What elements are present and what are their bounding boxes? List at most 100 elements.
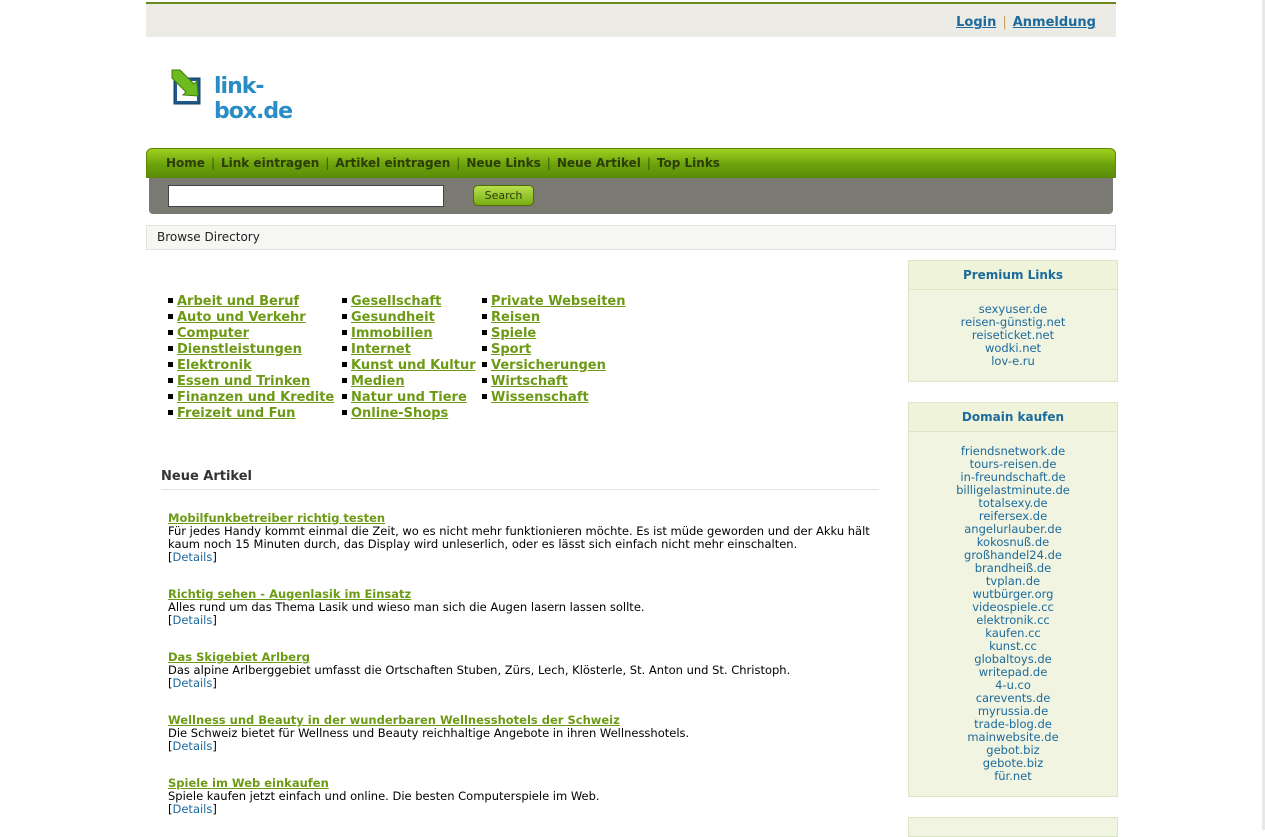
search-input[interactable] xyxy=(168,185,444,207)
section-heading-new-articles: Neue Artikel xyxy=(161,469,879,490)
details-link[interactable]: Details xyxy=(173,676,213,690)
details-link[interactable]: Details xyxy=(173,550,213,564)
category-link[interactable]: Reisen xyxy=(491,310,540,325)
category-item: Kunst und Kultur xyxy=(342,358,476,374)
sidebar-link[interactable]: reifersex.de xyxy=(979,509,1047,523)
article-details: [Details] xyxy=(168,740,873,753)
article-details: [Details] xyxy=(168,614,873,627)
category-link[interactable]: Online-Shops xyxy=(351,406,448,421)
sidebar-link[interactable]: myrussia.de xyxy=(978,704,1048,718)
sidebar-link[interactable]: reiseticket.net xyxy=(972,328,1054,342)
sidebar-link[interactable]: wutbürger.org xyxy=(973,587,1054,601)
sidebar-link[interactable]: trade-blog.de xyxy=(974,717,1052,731)
category-link[interactable]: Spiele xyxy=(491,326,536,341)
category-link[interactable]: Private Webseiten xyxy=(491,294,626,309)
bullet-icon xyxy=(168,362,173,367)
nav-link[interactable]: Neue Artikel xyxy=(551,156,647,170)
category-link[interactable]: Finanzen und Kredite xyxy=(177,390,334,405)
category-link[interactable]: Wissenschaft xyxy=(491,390,589,405)
article-title-link[interactable]: Mobilfunkbetreiber richtig testen xyxy=(168,511,385,525)
category-link[interactable]: Sport xyxy=(491,342,531,357)
category-item: Auto und Verkehr xyxy=(168,310,334,326)
sidebar-link[interactable]: brandheiß.de xyxy=(975,561,1052,575)
site-logo[interactable]: link-box.de xyxy=(170,68,320,124)
sidebar-link[interactable]: friendsnetwork.de xyxy=(961,444,1065,458)
bullet-icon xyxy=(168,330,173,335)
category-link[interactable]: Auto und Verkehr xyxy=(177,310,306,325)
article-title-link[interactable]: Das Skigebiet Arlberg xyxy=(168,650,310,664)
nav-link[interactable]: Link eintragen xyxy=(215,156,325,170)
sidebar-link[interactable]: in-freundschaft.de xyxy=(960,470,1065,484)
article-item: Wellness und Beauty in der wunderbaren W… xyxy=(168,714,873,753)
category-item: Internet xyxy=(342,342,476,358)
sidebar-link-item: lov-e.ru xyxy=(909,355,1117,368)
premium-links-heading: Premium Links xyxy=(909,261,1117,290)
details-link[interactable]: Details xyxy=(173,613,213,627)
category-link[interactable]: Gesundheit xyxy=(351,310,435,325)
category-link[interactable]: Elektronik xyxy=(177,358,252,373)
nav-link[interactable]: Neue Links xyxy=(460,156,546,170)
category-link[interactable]: Medien xyxy=(351,374,405,389)
premium-links-list: sexyuser.de reisen-günstig.net reiseticket… xyxy=(909,290,1117,368)
sidebar-link[interactable]: writepad.de xyxy=(979,665,1048,679)
article-title-link[interactable]: Wellness und Beauty in der wunderbaren W… xyxy=(168,713,620,727)
sidebar-link[interactable]: gebot.biz xyxy=(986,743,1039,757)
nav-link[interactable]: Artikel eintragen xyxy=(329,156,456,170)
category-item: Finanzen und Kredite xyxy=(168,390,334,406)
category-link[interactable]: Natur und Tiere xyxy=(351,390,467,405)
nav-item: | Artikel eintragen xyxy=(325,149,456,178)
category-link[interactable]: Essen und Trinken xyxy=(177,374,310,389)
category-link[interactable]: Dienstleistungen xyxy=(177,342,302,357)
bullet-icon xyxy=(168,314,173,319)
category-link[interactable]: Immobilien xyxy=(351,326,433,341)
category-link[interactable]: Kunst und Kultur xyxy=(351,358,476,373)
article-title-link[interactable]: Spiele im Web einkaufen xyxy=(168,776,329,790)
sidebar-link[interactable]: für.net xyxy=(994,769,1032,783)
sidebar-link[interactable]: kunst.cc xyxy=(989,639,1037,653)
sidebar-link[interactable]: videospiele.cc xyxy=(972,600,1054,614)
bullet-icon xyxy=(482,378,487,383)
category-item: Wissenschaft xyxy=(482,390,626,406)
bullet-icon xyxy=(342,378,347,383)
bullet-icon xyxy=(168,394,173,399)
category-link[interactable]: Wirtschaft xyxy=(491,374,568,389)
sidebar-link[interactable]: wodki.net xyxy=(985,341,1041,355)
nav-link[interactable]: Home xyxy=(160,156,211,170)
sidebar-link[interactable]: lov-e.ru xyxy=(991,354,1035,368)
login-link[interactable]: Login xyxy=(956,15,996,30)
category-link[interactable]: Internet xyxy=(351,342,411,357)
search-button[interactable]: Search xyxy=(473,185,534,206)
nav-link[interactable]: Top Links xyxy=(651,156,726,170)
sidebar-link[interactable]: reisen-günstig.net xyxy=(961,315,1066,329)
sidebar-link[interactable]: tours-reisen.de xyxy=(970,457,1057,471)
bullet-icon xyxy=(342,362,347,367)
sidebar-link[interactable]: kokosnuß.de xyxy=(977,535,1049,549)
category-item: Computer xyxy=(168,326,334,342)
sidebar-link[interactable]: kaufen.cc xyxy=(985,626,1041,640)
sidebar-link[interactable]: gebote.biz xyxy=(983,756,1043,770)
sidebar-link[interactable]: elektronik.cc xyxy=(976,613,1049,627)
sidebar-link[interactable]: mainwebsite.de xyxy=(967,730,1058,744)
details-link[interactable]: Details xyxy=(173,739,213,753)
category-link[interactable]: Gesellschaft xyxy=(351,294,441,309)
category-link[interactable]: Computer xyxy=(177,326,249,341)
category-link[interactable]: Arbeit und Beruf xyxy=(177,294,299,309)
sidebar-link[interactable]: carevents.de xyxy=(976,691,1051,705)
category-link[interactable]: Freizeit und Fun xyxy=(177,406,295,421)
category-link[interactable]: Versicherungen xyxy=(491,358,606,373)
sidebar-link[interactable]: tvplan.de xyxy=(986,574,1040,588)
sidebar-link[interactable]: großhandel24.de xyxy=(964,548,1062,562)
register-link[interactable]: Anmeldung xyxy=(1013,15,1096,30)
category-item: Private Webseiten xyxy=(482,294,626,310)
details-link[interactable]: Details xyxy=(173,802,213,816)
article-title-link[interactable]: Richtig sehen - Augenlasik im Einsatz xyxy=(168,587,411,601)
sidebar-link[interactable]: 4-u.co xyxy=(995,678,1031,692)
sidebar-link[interactable]: sexyuser.de xyxy=(979,302,1048,316)
article-details: [Details] xyxy=(168,803,873,816)
sidebar-link[interactable]: globaltoys.de xyxy=(974,652,1051,666)
sidebar-link[interactable]: billigelastminute.de xyxy=(956,483,1070,497)
bullet-icon xyxy=(482,362,487,367)
sidebar-link[interactable]: totalsexy.de xyxy=(978,496,1047,510)
sidebar-link[interactable]: angelurlauber.de xyxy=(964,522,1062,536)
category-item: Arbeit und Beruf xyxy=(168,294,334,310)
